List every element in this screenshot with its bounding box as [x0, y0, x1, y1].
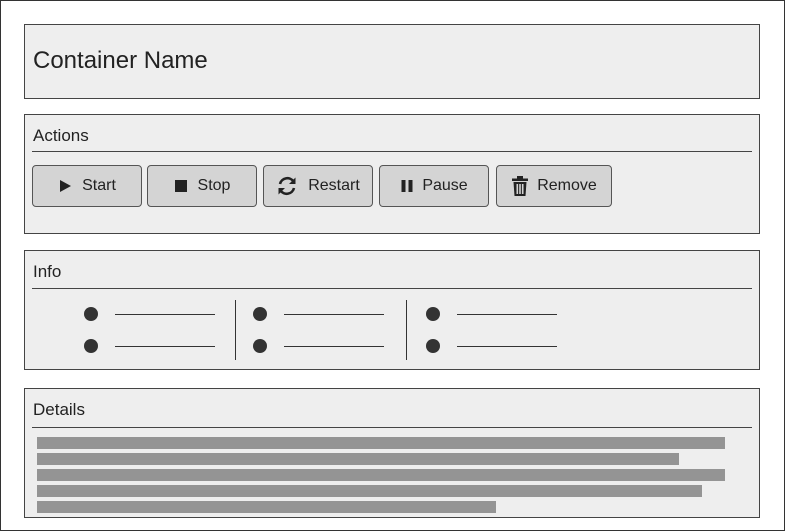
- bullet-icon: [84, 339, 98, 353]
- remove-button-label: Remove: [537, 177, 597, 194]
- bullet-icon: [426, 339, 440, 353]
- actions-title: Actions: [33, 126, 89, 145]
- info-value-placeholder: [457, 314, 557, 315]
- details-divider: [32, 427, 752, 428]
- details-panel: Details: [24, 388, 760, 518]
- pause-icon: [400, 179, 414, 193]
- details-title: Details: [33, 400, 85, 419]
- actions-panel: Actions Start Stop Restart Pause Remove: [24, 114, 760, 234]
- bullet-icon: [84, 307, 98, 321]
- stop-icon: [174, 179, 188, 193]
- details-text-placeholder: [37, 437, 725, 449]
- play-icon: [58, 179, 72, 193]
- details-text-placeholder: [37, 501, 496, 513]
- start-button[interactable]: Start: [32, 165, 142, 207]
- start-button-label: Start: [82, 177, 116, 194]
- info-column-separator: [406, 300, 407, 360]
- header-panel: Container Name: [24, 24, 760, 99]
- info-value-placeholder: [457, 346, 557, 347]
- bullet-icon: [426, 307, 440, 321]
- info-column-separator: [235, 300, 236, 360]
- bullet-icon: [253, 339, 267, 353]
- bullet-icon: [253, 307, 267, 321]
- info-value-placeholder: [284, 314, 384, 315]
- info-value-placeholder: [115, 314, 215, 315]
- window-frame: Container Name Actions Start Stop Restar…: [0, 0, 785, 531]
- restart-button[interactable]: Restart: [263, 165, 373, 207]
- pause-button[interactable]: Pause: [379, 165, 489, 207]
- pause-button-label: Pause: [422, 177, 468, 194]
- info-value-placeholder: [115, 346, 215, 347]
- actions-divider: [32, 151, 752, 152]
- container-name-title: Container Name: [33, 47, 208, 74]
- refresh-icon: [276, 175, 298, 197]
- stop-button[interactable]: Stop: [147, 165, 257, 207]
- info-title: Info: [33, 262, 62, 281]
- trash-icon: [511, 175, 529, 197]
- info-divider: [32, 288, 752, 289]
- info-value-placeholder: [284, 346, 384, 347]
- remove-button[interactable]: Remove: [496, 165, 612, 207]
- stop-button-label: Stop: [197, 177, 231, 194]
- details-text-placeholder: [37, 469, 725, 481]
- restart-button-label: Restart: [308, 177, 360, 194]
- details-text-placeholder: [37, 453, 679, 465]
- details-text-placeholder: [37, 485, 702, 497]
- info-panel: Info: [24, 250, 760, 370]
